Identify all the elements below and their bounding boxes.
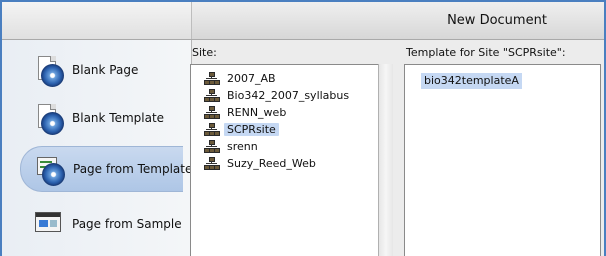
site-icon	[204, 157, 220, 170]
site-item-renn-web[interactable]: RENN_web	[204, 104, 286, 120]
site-item-bio342-2007-syllabus[interactable]: Bio342_2007_syllabus	[204, 87, 349, 103]
title-bar-left-segment	[2, 2, 192, 39]
blank-template-icon	[32, 102, 64, 135]
category-page-from-template[interactable]: Page from Template	[20, 146, 192, 192]
site-icon	[204, 72, 220, 85]
blank-page-icon	[32, 54, 64, 87]
site-item-suzy-reed-web[interactable]: Suzy_Reed_Web	[204, 155, 316, 171]
page-from-template-icon	[33, 153, 65, 186]
site-item-scprsite[interactable]: SCPRsite	[204, 121, 279, 137]
site-icon	[204, 140, 220, 153]
category-blank-template[interactable]: Blank Template	[20, 96, 180, 140]
site-icon	[204, 123, 220, 136]
site-name: srenn	[227, 139, 258, 153]
category-label: Page from Sample	[72, 217, 182, 231]
site-item-srenn[interactable]: srenn	[204, 138, 258, 154]
site-icon	[204, 106, 220, 119]
category-blank-page[interactable]: Blank Page	[20, 48, 180, 92]
site-name: Suzy_Reed_Web	[227, 156, 316, 170]
category-label: Blank Template	[72, 111, 165, 125]
template-label: Template for Site "SCPRsite":	[406, 46, 566, 59]
site-name: 2007_AB	[227, 71, 276, 85]
site-list-scrollbar[interactable]	[378, 64, 393, 256]
dialog-title: New Document	[447, 13, 547, 28]
site-label: Site:	[192, 46, 217, 59]
template-item-bio342templatea[interactable]: bio342templateA	[421, 73, 522, 89]
site-icon	[204, 89, 220, 102]
category-label: Blank Page	[72, 63, 139, 77]
site-name: RENN_web	[227, 105, 287, 119]
site-item-2007-ab[interactable]: 2007_AB	[204, 70, 276, 86]
title-bar: New Document	[2, 2, 604, 40]
template-list[interactable]: bio342templateA	[404, 64, 601, 256]
site-name: Bio342_2007_syllabus	[227, 88, 350, 102]
category-page-from-sample[interactable]: Page from Sample	[20, 202, 182, 246]
site-name: SCPRsite	[224, 122, 279, 136]
category-sidebar: Blank Page Blank Template Page from Temp…	[2, 40, 192, 256]
category-label: Page from Template	[73, 162, 193, 176]
new-document-dialog: New Document Blank Page Blank Template P…	[2, 2, 604, 256]
site-list[interactable]: 2007_AB Bio342_2007_syllabus RENN_web SC…	[190, 64, 381, 256]
page-from-sample-icon	[32, 208, 64, 240]
